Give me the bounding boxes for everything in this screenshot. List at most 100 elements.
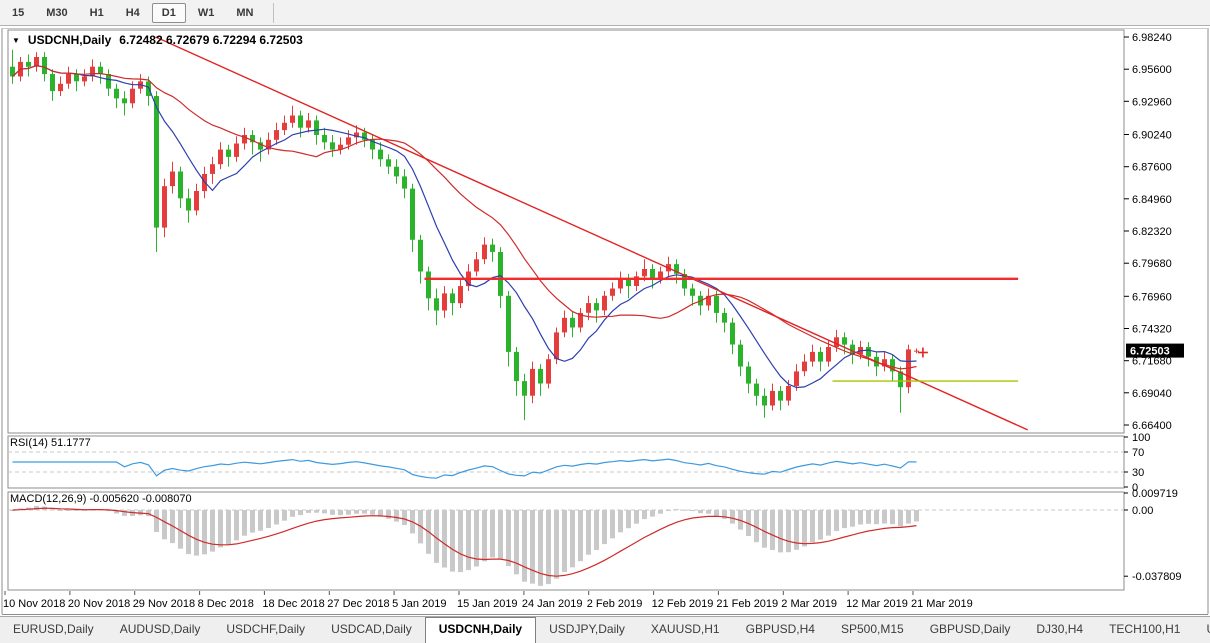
candle-body: [170, 172, 175, 187]
date-axis-label: 18 Dec 2018: [262, 598, 324, 610]
tab-gbpusd-h4[interactable]: GBPUSD,H4: [733, 617, 828, 643]
candle-body: [290, 116, 295, 123]
price-chart-canvas[interactable]: 6.982406.956006.929606.902406.876006.849…: [0, 27, 1210, 616]
timeframe-button-m30[interactable]: M30: [36, 3, 77, 23]
candle-body: [178, 172, 183, 199]
candle-body: [786, 386, 791, 401]
candle-body: [842, 337, 847, 344]
candle-body: [802, 362, 807, 372]
timeframe-button-mn[interactable]: MN: [226, 3, 263, 23]
price-axis-label: 6.90240: [1132, 130, 1172, 142]
candle-body: [810, 352, 815, 362]
candle-body: [530, 369, 535, 396]
candle-body: [226, 150, 231, 157]
candle-body: [234, 144, 239, 157]
candle-body: [714, 296, 719, 313]
time-axis[interactable]: 10 Nov 201820 Nov 201829 Nov 20188 Dec 2…: [3, 591, 973, 610]
timeframe-button-h4[interactable]: H4: [116, 3, 150, 23]
price-axis-label: 6.95600: [1132, 64, 1172, 76]
chart-window: 6.982406.956006.929606.902406.876006.849…: [0, 27, 1210, 616]
price-axis-label: 6.79680: [1132, 258, 1172, 270]
symbol-dropdown-icon[interactable]: ▼: [12, 36, 20, 45]
mt4-app: 15M30H1H4D1W1MN 6.98240 6.95600 6.92960 6.9…: [0, 0, 1210, 643]
candle-body: [90, 67, 95, 77]
macd-axis-label: 0.009719: [1132, 488, 1178, 500]
descending-trendline[interactable]: [156, 37, 1028, 430]
candle-body: [50, 74, 55, 91]
price-plus-marker: [918, 347, 928, 357]
price-axis-label: 6.87600: [1132, 162, 1172, 174]
rsi-axis-label: 100: [1132, 432, 1150, 444]
candle-body: [114, 89, 119, 99]
candle-body: [42, 57, 47, 74]
date-axis-label: 21 Mar 2019: [911, 598, 973, 610]
candle-body: [154, 96, 159, 228]
candle-body: [826, 347, 831, 362]
candle-body: [162, 186, 167, 227]
macd-axis-label: 0.00: [1132, 505, 1153, 517]
candle-body: [378, 150, 383, 160]
candle-body: [130, 89, 135, 104]
date-axis-label: 21 Feb 2019: [716, 598, 778, 610]
candle-body: [506, 296, 511, 352]
candlestick-series: [10, 50, 919, 420]
tab-ui[interactable]: UI: [1193, 617, 1210, 643]
candle-body: [650, 269, 655, 279]
candle-body: [498, 252, 503, 296]
tab-eurusd-daily[interactable]: EURUSD,Daily: [0, 617, 107, 643]
candle-body: [754, 384, 759, 396]
candle-body: [106, 74, 111, 89]
candle-body: [282, 123, 287, 130]
timeframe-toolbar: 15M30H1H4D1W1MN: [0, 0, 1210, 26]
price-axis-label: 6.98240: [1132, 32, 1172, 44]
price-axis-label: 6.76960: [1132, 291, 1172, 303]
timeframe-button-15[interactable]: 15: [2, 3, 34, 23]
candle-body: [618, 279, 623, 289]
candle-body: [394, 167, 399, 177]
candle-body: [594, 303, 599, 310]
candle-body: [746, 367, 751, 384]
tab-usdcad-daily[interactable]: USDCAD,Daily: [318, 617, 425, 643]
tab-usdcnh-daily[interactable]: USDCNH,Daily: [425, 617, 536, 643]
candle-body: [474, 259, 479, 271]
candle-body: [322, 135, 327, 142]
candle-body: [458, 286, 463, 303]
candle-body: [58, 84, 63, 91]
tab-xauusd-h1[interactable]: XAUUSD,H1: [638, 617, 733, 643]
tab-dj30-h4[interactable]: DJ30,H4: [1023, 617, 1096, 643]
macd-indicator-label: MACD(12,26,9) -0.005620 -0.008070: [10, 493, 192, 505]
tab-sp500-m15[interactable]: SP500,M15: [828, 617, 917, 643]
ma-slow-line: [13, 66, 917, 369]
candle-body: [442, 293, 447, 310]
date-axis-label: 10 Nov 2018: [3, 598, 65, 610]
timeframe-button-h1[interactable]: H1: [80, 3, 114, 23]
timeframe-button-d1[interactable]: D1: [152, 3, 186, 23]
tab-tech100-h1[interactable]: TECH100,H1: [1096, 617, 1193, 643]
tab-usdjpy-daily[interactable]: USDJPY,Daily: [536, 617, 638, 643]
date-axis-label: 2 Mar 2019: [781, 598, 837, 610]
current-price-value: 6.72503: [1130, 346, 1170, 358]
candle-body: [386, 159, 391, 166]
candle-body: [98, 67, 103, 74]
macd-axis-label: -0.037809: [1132, 571, 1182, 583]
timeframe-button-w1[interactable]: W1: [188, 3, 225, 23]
candle-body: [554, 332, 559, 359]
tab-gbpusd-daily[interactable]: GBPUSD,Daily: [917, 617, 1024, 643]
candle-body: [346, 137, 351, 144]
tab-usdchf-daily[interactable]: USDCHF,Daily: [213, 617, 318, 643]
candle-body: [738, 345, 743, 367]
candle-body: [274, 130, 279, 140]
candle-body: [66, 74, 71, 84]
date-axis-label: 12 Mar 2019: [846, 598, 908, 610]
date-axis-label: 20 Nov 2018: [68, 598, 130, 610]
candle-body: [914, 351, 919, 352]
candle-body: [306, 120, 311, 127]
chart-ohlc-values: 6.72482 6.72679 6.72294 6.72503: [119, 33, 303, 47]
tab-audusd-daily[interactable]: AUDUSD,Daily: [107, 617, 214, 643]
candle-body: [490, 245, 495, 252]
price-axis-label: 6.92960: [1132, 96, 1172, 108]
price-axis[interactable]: 6.982406.956006.929606.902406.876006.849…: [1124, 32, 1184, 583]
date-axis-label: 2 Feb 2019: [587, 598, 643, 610]
candle-body: [778, 391, 783, 401]
candle-body: [434, 298, 439, 310]
